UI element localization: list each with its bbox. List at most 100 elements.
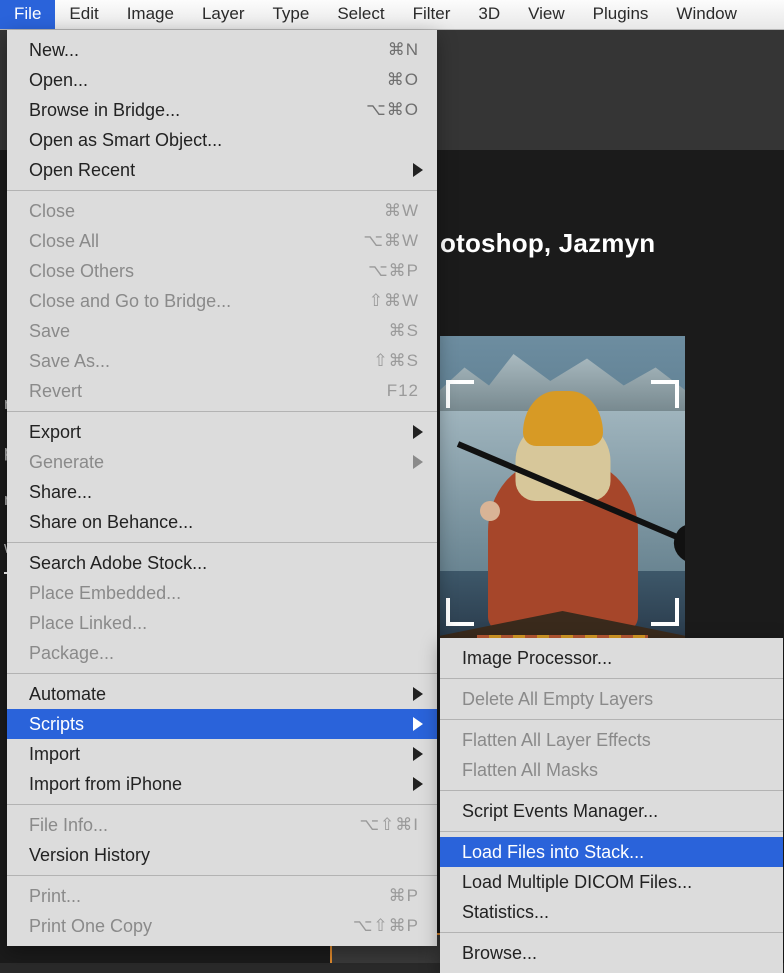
file-menu-item: Print...⌘P	[7, 881, 437, 911]
menu-item-label: Print One Copy	[29, 913, 353, 939]
menu-item-shortcut: ⌘W	[384, 198, 419, 224]
scripts-menu-item: Delete All Empty Layers	[440, 684, 783, 714]
scripts-menu-item[interactable]: Browse...	[440, 938, 783, 968]
file-menu-item[interactable]: Open as Smart Object...	[7, 125, 437, 155]
menu-item-shortcut: ⇧⌘S	[373, 348, 419, 374]
file-menu-item: Close and Go to Bridge...⇧⌘W	[7, 286, 437, 316]
file-menu-item[interactable]: Open...⌘O	[7, 65, 437, 95]
menu-item-label: Open Recent	[29, 157, 419, 183]
scripts-menu-item[interactable]: Statistics...	[440, 897, 783, 927]
menu-item-label: Close and Go to Bridge...	[29, 288, 369, 314]
menu-item-label: Load Files into Stack...	[462, 839, 765, 865]
menu-item-shortcut: ⌥⇧⌘P	[353, 913, 419, 939]
file-menu-item[interactable]: Share on Behance...	[7, 507, 437, 537]
submenu-arrow-icon	[413, 163, 423, 177]
submenu-arrow-icon	[413, 747, 423, 761]
menubar-item-image[interactable]: Image	[113, 0, 188, 29]
file-menu-item: Close Others⌥⌘P	[7, 256, 437, 286]
menu-item-label: Load Multiple DICOM Files...	[462, 869, 765, 895]
crop-corner-icon	[651, 380, 679, 408]
menubar-item-filter[interactable]: Filter	[399, 0, 465, 29]
menubar-item-view[interactable]: View	[514, 0, 579, 29]
menu-item-label: Place Embedded...	[29, 580, 419, 606]
menu-separator	[440, 719, 783, 720]
menu-item-label: Generate	[29, 449, 419, 475]
menu-item-shortcut: ⌥⌘W	[363, 228, 419, 254]
menu-item-label: Statistics...	[462, 899, 765, 925]
scripts-submenu: Image Processor... Delete All Empty Layer…	[440, 638, 783, 973]
file-menu-item: Save⌘S	[7, 316, 437, 346]
menu-separator	[7, 875, 437, 876]
file-menu: New...⌘NOpen...⌘OBrowse in Bridge...⌥⌘OO…	[7, 30, 437, 946]
menu-item-label: Export	[29, 419, 419, 445]
file-menu-item[interactable]: Version History	[7, 840, 437, 870]
file-menu-item[interactable]: Automate	[7, 679, 437, 709]
menu-item-label: Search Adobe Stock...	[29, 550, 419, 576]
menu-item-shortcut: ⌥⇧⌘I	[359, 812, 419, 838]
menu-item-label: Save	[29, 318, 389, 344]
welcome-text: otoshop, Jazmyn	[440, 228, 655, 259]
file-menu-item[interactable]: New...⌘N	[7, 35, 437, 65]
menu-item-label: Save As...	[29, 348, 373, 374]
file-menu-item: Generate	[7, 447, 437, 477]
menu-item-label: Image Processor...	[462, 645, 765, 671]
file-menu-item[interactable]: Browse in Bridge...⌥⌘O	[7, 95, 437, 125]
scripts-menu-item[interactable]: Load Multiple DICOM Files...	[440, 867, 783, 897]
file-menu-item[interactable]: Open Recent	[7, 155, 437, 185]
submenu-arrow-icon	[413, 455, 423, 469]
scripts-menu-item[interactable]: Script Events Manager...	[440, 796, 783, 826]
menu-item-label: Browse in Bridge...	[29, 97, 366, 123]
menu-item-label: Delete All Empty Layers	[462, 686, 765, 712]
menubar-item-window[interactable]: Window	[662, 0, 750, 29]
submenu-arrow-icon	[413, 687, 423, 701]
crop-corner-icon	[446, 380, 474, 408]
menu-item-label: Import from iPhone	[29, 771, 419, 797]
menubar-item-layer[interactable]: Layer	[188, 0, 259, 29]
menu-item-label: Revert	[29, 378, 387, 404]
file-menu-item[interactable]: Scripts	[7, 709, 437, 739]
menu-separator	[440, 790, 783, 791]
home-photo[interactable]	[440, 336, 685, 666]
menu-item-shortcut: ⌥⌘O	[366, 97, 419, 123]
menu-item-label: Automate	[29, 681, 419, 707]
menu-item-label: Share...	[29, 479, 419, 505]
menu-item-label: File Info...	[29, 812, 359, 838]
menu-item-label: New...	[29, 37, 388, 63]
menubar-item-edit[interactable]: Edit	[55, 0, 112, 29]
file-menu-item[interactable]: Search Adobe Stock...	[7, 548, 437, 578]
menubar-item-3d[interactable]: 3D	[464, 0, 514, 29]
file-menu-item: Close All⌥⌘W	[7, 226, 437, 256]
menu-separator	[7, 804, 437, 805]
menu-item-shortcut: ⌘N	[388, 37, 419, 63]
menu-item-shortcut: ⇧⌘W	[369, 288, 419, 314]
file-menu-item[interactable]: Import from iPhone	[7, 769, 437, 799]
submenu-arrow-icon	[413, 777, 423, 791]
scripts-menu-item[interactable]: Image Processor...	[440, 643, 783, 673]
menubar-item-plugins[interactable]: Plugins	[579, 0, 663, 29]
menu-item-label: Share on Behance...	[29, 509, 419, 535]
menu-item-shortcut: ⌥⌘P	[368, 258, 419, 284]
menu-item-shortcut: ⌘O	[387, 67, 419, 93]
menu-item-label: Close Others	[29, 258, 368, 284]
file-menu-item[interactable]: Share...	[7, 477, 437, 507]
file-menu-item[interactable]: Import	[7, 739, 437, 769]
menubar-item-type[interactable]: Type	[258, 0, 323, 29]
file-menu-item: Place Embedded...	[7, 578, 437, 608]
menu-item-label: Place Linked...	[29, 610, 419, 636]
scripts-menu-item: Flatten All Masks	[440, 755, 783, 785]
file-menu-item: File Info...⌥⇧⌘I	[7, 810, 437, 840]
menubar-item-file[interactable]: File	[0, 0, 55, 29]
menu-separator	[7, 673, 437, 674]
menu-separator	[440, 831, 783, 832]
scripts-menu-item[interactable]: Load Files into Stack...	[440, 837, 783, 867]
file-menu-item: Close⌘W	[7, 196, 437, 226]
menubar-item-select[interactable]: Select	[323, 0, 398, 29]
menu-separator	[7, 190, 437, 191]
file-menu-item[interactable]: Export	[7, 417, 437, 447]
menu-item-label: Import	[29, 741, 419, 767]
menu-separator	[7, 411, 437, 412]
crop-corner-icon	[651, 598, 679, 626]
file-menu-item: Save As...⇧⌘S	[7, 346, 437, 376]
menu-item-label: Package...	[29, 640, 419, 666]
menu-separator	[7, 542, 437, 543]
